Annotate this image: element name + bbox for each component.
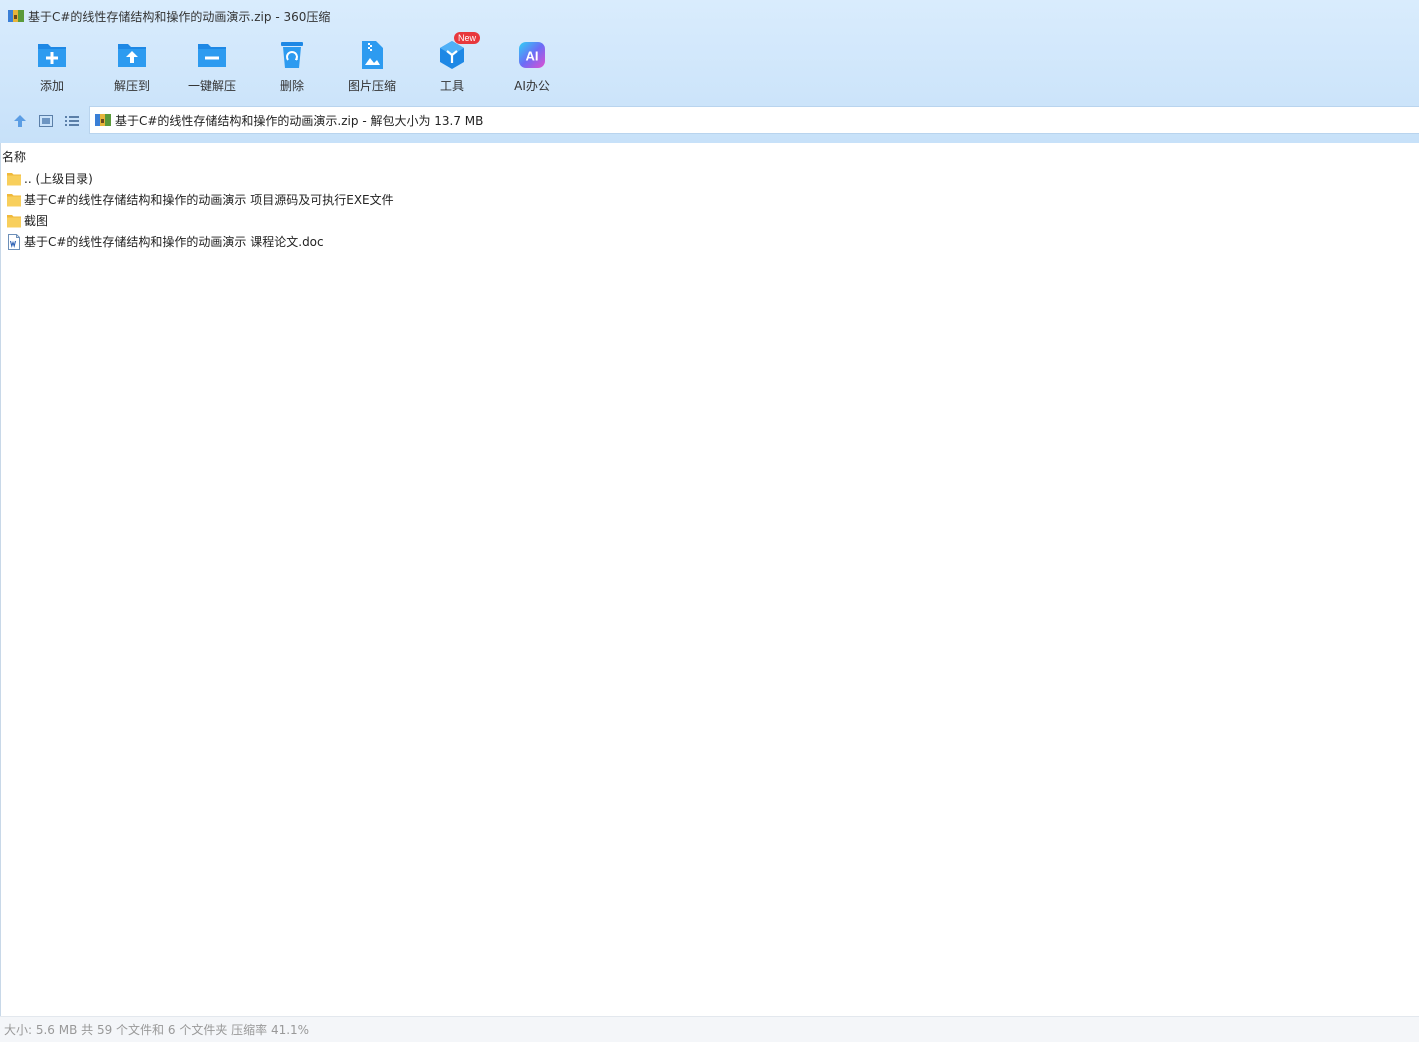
column-header-name[interactable]: 名称 [2, 148, 26, 165]
extract-to-button[interactable]: 解压到 [92, 38, 172, 98]
header: 基于C#的线性存储结构和操作的动画演示.zip - 360压缩 添加 解压到 一… [0, 0, 1419, 143]
list-view-button[interactable] [59, 108, 85, 134]
file-row-parent[interactable]: .. (上级目录) [6, 168, 394, 189]
tools-button[interactable]: New 工具 [412, 32, 492, 98]
file-name: 基于C#的线性存储结构和操作的动画演示 课程论文.doc [24, 235, 324, 249]
folder-icon [7, 214, 21, 227]
address-bar[interactable]: 基于C#的线性存储结构和操作的动画演示.zip - 解包大小为 13.7 MB [89, 106, 1419, 134]
extract-to-icon [118, 44, 146, 67]
window-title: 基于C#的线性存储结构和操作的动画演示.zip - 360压缩 [28, 9, 331, 24]
recycle-bin-icon [281, 42, 303, 68]
up-level-button[interactable] [7, 108, 33, 134]
file-list: 名称 .. (上级目录) 基于C#的线性存储结构和操作的动画演示 项目源码及可执… [0, 143, 1419, 1016]
file-rows: .. (上级目录) 基于C#的线性存储结构和操作的动画演示 项目源码及可执行EX… [6, 168, 394, 252]
add-folder-icon [38, 44, 66, 67]
file-name: 截图 [24, 214, 49, 228]
address-path: 基于C#的线性存储结构和操作的动画演示.zip - 解包大小为 13.7 MB [115, 113, 484, 128]
thumbnail-view-icon [39, 115, 53, 127]
file-row-doc[interactable]: 基于C#的线性存储结构和操作的动画演示 课程论文.doc [6, 231, 394, 252]
list-view-icon [65, 116, 79, 126]
delete-button[interactable]: 删除 [252, 38, 332, 98]
thumbnail-view-button[interactable] [33, 108, 59, 134]
ai-office-icon: AI [519, 42, 545, 68]
nav-bar: 基于C#的线性存储结构和操作的动画演示.zip - 解包大小为 13.7 MB [0, 106, 1419, 136]
file-name: .. (上级目录) [24, 172, 93, 186]
image-compress-label: 图片压缩 [347, 79, 396, 93]
status-bar: 大小: 5.6 MB 共 59 个文件和 6 个文件夹 压缩率 41.1% [0, 1016, 1419, 1042]
title-bar: 基于C#的线性存储结构和操作的动画演示.zip - 360压缩 [0, 0, 1419, 32]
one-click-extract-button[interactable]: 一键解压 [172, 38, 252, 98]
file-row-folder[interactable]: 基于C#的线性存储结构和操作的动画演示 项目源码及可执行EXE文件 [6, 189, 394, 210]
ai-office-label: AI办公 [514, 79, 550, 93]
archive-icon [8, 10, 24, 22]
new-badge: New [454, 32, 481, 44]
zip-file-icon [95, 114, 111, 126]
word-doc-icon [8, 233, 20, 250]
folder-icon [7, 193, 21, 206]
status-text: 大小: 5.6 MB 共 59 个文件和 6 个文件夹 压缩率 41.1% [4, 1023, 310, 1037]
folder-icon [7, 172, 21, 185]
one-click-extract-label: 一键解压 [187, 79, 236, 93]
file-name: 基于C#的线性存储结构和操作的动画演示 项目源码及可执行EXE文件 [24, 193, 394, 207]
add-label: 添加 [39, 79, 64, 93]
image-compress-icon [362, 41, 383, 69]
delete-label: 删除 [279, 79, 304, 93]
image-compress-button[interactable]: 图片压缩 [332, 38, 412, 98]
ai-icon-text: AI [526, 49, 539, 64]
toolbar: 添加 解压到 一键解压 删除 图片压缩 New 工具 AI AI办公 [12, 32, 572, 98]
file-row-folder[interactable]: 截图 [6, 210, 394, 231]
tools-label: 工具 [439, 79, 464, 93]
ai-office-button[interactable]: AI AI办公 [492, 38, 572, 98]
add-button[interactable]: 添加 [12, 38, 92, 98]
up-arrow-icon [14, 115, 26, 127]
one-click-extract-icon [198, 44, 226, 67]
extract-to-label: 解压到 [113, 79, 150, 93]
